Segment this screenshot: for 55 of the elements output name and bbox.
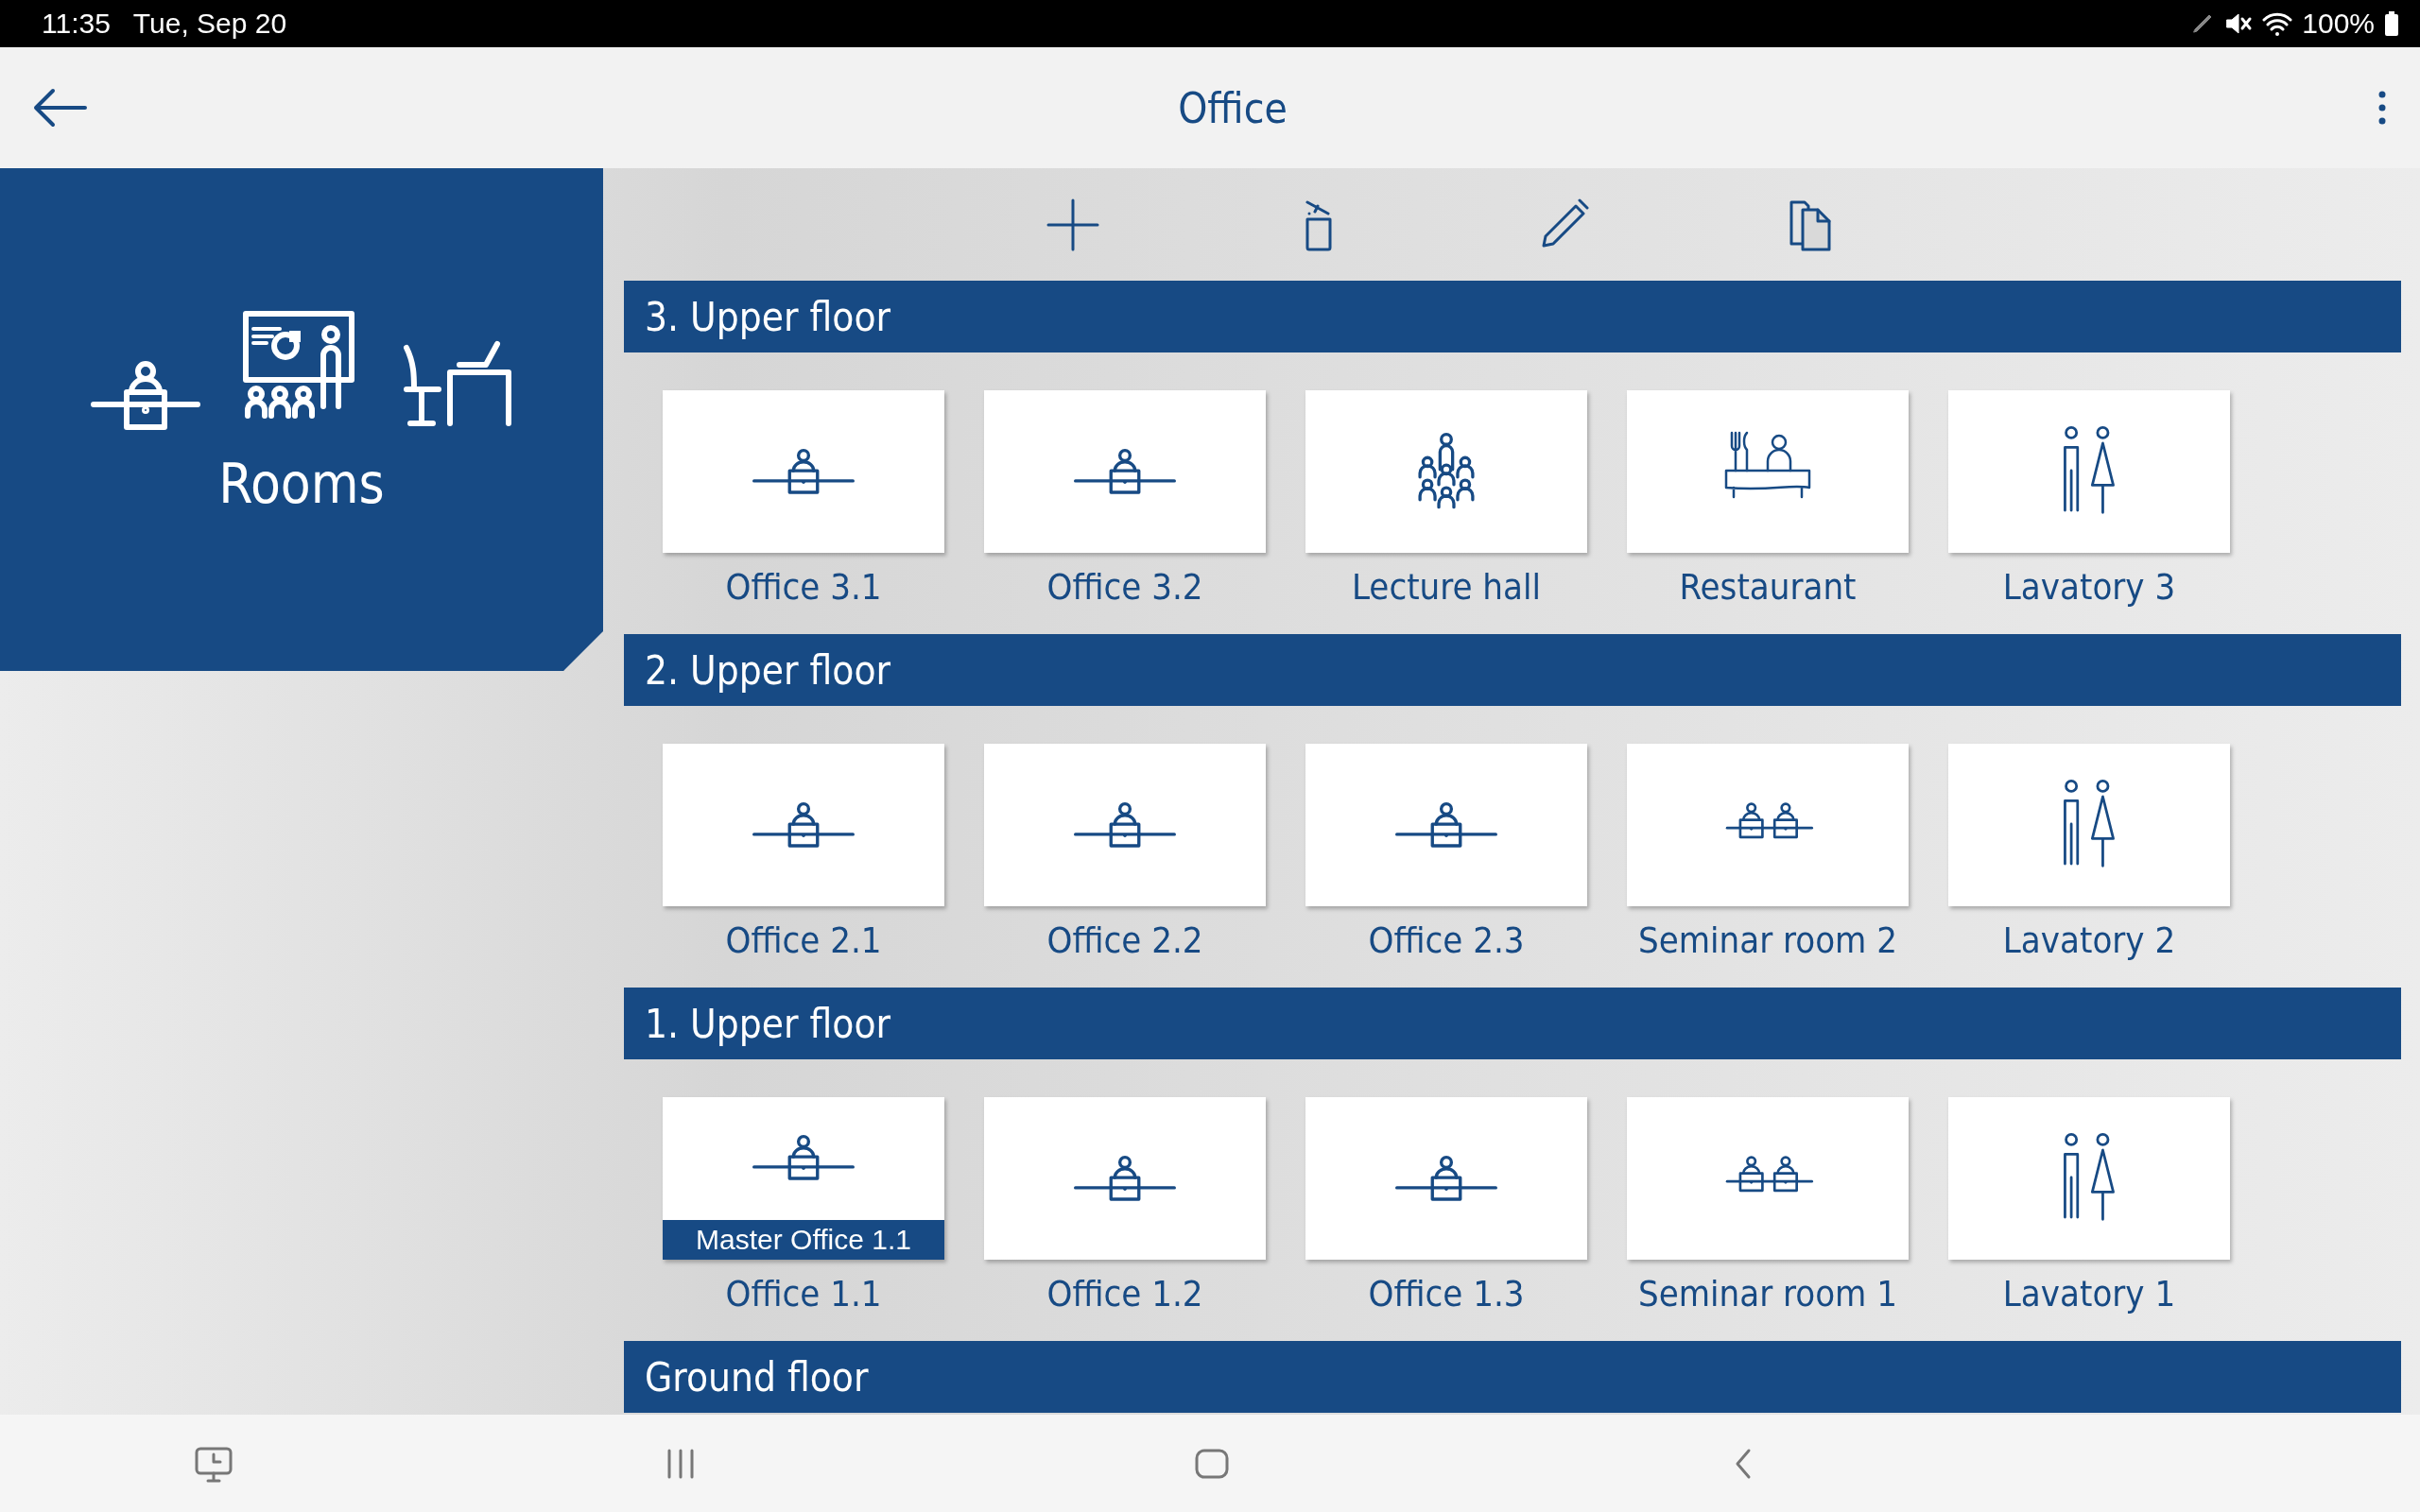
room-tile[interactable]	[1627, 1097, 1909, 1260]
category-panel[interactable]: Rooms	[0, 168, 603, 671]
room-name: Office 3.2	[1046, 566, 1203, 608]
room-name: Office 2.1	[725, 919, 882, 961]
room-tile[interactable]	[984, 1097, 1266, 1260]
room-badge: Master Office 1.1	[663, 1220, 944, 1260]
room-name: Office 1.2	[1046, 1273, 1203, 1314]
floor-header: 1. Upper floor	[624, 988, 2401, 1059]
floor-header: 3. Upper floor	[624, 281, 2401, 352]
room-tile[interactable]	[1948, 744, 2230, 906]
room-tile[interactable]	[1627, 390, 1909, 553]
floor-header: 2. Upper floor	[624, 634, 2401, 706]
desk-worker-icon	[1073, 447, 1177, 496]
wifi-icon	[2262, 10, 2293, 37]
room-name: Office 1.3	[1368, 1273, 1525, 1314]
category-label: Rooms	[218, 452, 385, 516]
room-name: Seminar room 2	[1638, 919, 1897, 961]
desk-worker-icon	[752, 800, 856, 850]
desk-worker-icon	[752, 447, 856, 496]
more-vertical-icon	[2377, 89, 2388, 127]
room-tile[interactable]	[663, 744, 944, 906]
battery-percent: 100%	[2302, 8, 2375, 40]
room-tile[interactable]	[984, 390, 1266, 553]
room-tile[interactable]	[663, 390, 944, 553]
room-tile[interactable]	[1948, 1097, 2230, 1260]
more-options-button[interactable]	[2377, 89, 2388, 127]
room-tile[interactable]	[1627, 744, 1909, 906]
desk-worker-icon	[752, 1133, 856, 1182]
screen-title: Office	[1177, 83, 1288, 132]
desk-worker-icon	[1394, 1154, 1498, 1203]
room-tile[interactable]	[1948, 390, 2230, 553]
room-name: Lavatory 2	[2002, 919, 2176, 961]
room-name: Office 2.2	[1046, 919, 1203, 961]
room-name: Office 3.1	[725, 566, 882, 608]
desk-worker-icon	[1073, 800, 1177, 850]
clock-time: 11:35	[42, 8, 111, 40]
floor-header: Ground floor	[624, 1341, 2401, 1413]
back-arrow-icon	[32, 87, 89, 129]
battery-icon	[2384, 10, 2399, 37]
desk-worker-icon	[1394, 800, 1498, 850]
desk-worker-icon	[1073, 1154, 1177, 1203]
room-name: Lavatory 3	[2002, 566, 2176, 608]
room-name: Office 2.3	[1368, 919, 1525, 961]
room-tile[interactable]	[1305, 1097, 1587, 1260]
room-tile[interactable]	[1305, 744, 1587, 906]
room-name: Seminar room 1	[1638, 1273, 1897, 1314]
back-button[interactable]	[32, 87, 89, 129]
room-tile[interactable]: Master Office 1.1	[663, 1097, 944, 1260]
room-tile[interactable]	[984, 744, 1266, 906]
room-name: Lavatory 1	[2002, 1273, 2176, 1314]
date-text: Tue, Sep 20	[132, 8, 287, 40]
room-name: Office 1.1	[725, 1273, 882, 1314]
room-tile[interactable]	[1305, 390, 1587, 553]
room-name: Restaurant	[1679, 566, 1857, 608]
room-name: Lecture hall	[1352, 566, 1541, 608]
